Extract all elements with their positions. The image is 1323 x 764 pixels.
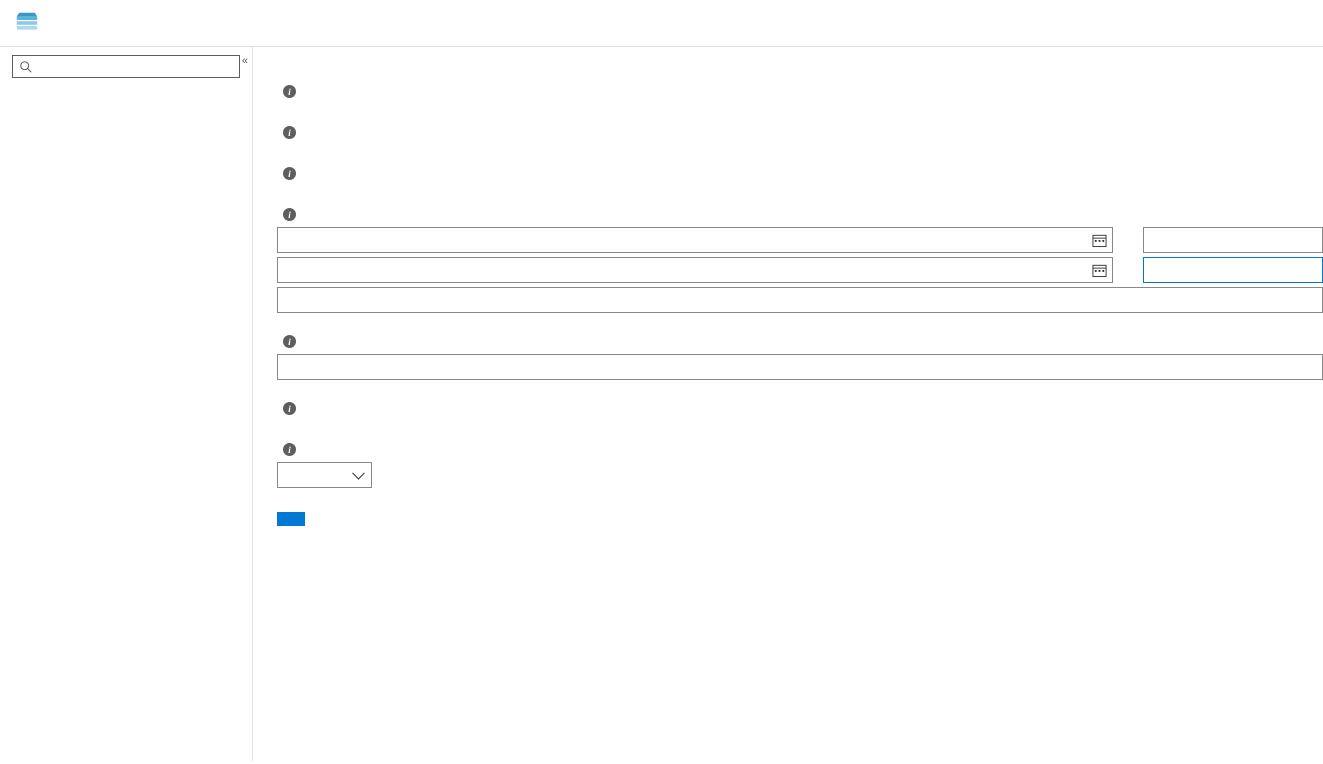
collapse-sidebar-button[interactable]: « <box>242 55 248 67</box>
info-icon[interactable]: i <box>283 335 296 348</box>
allowed-protocols-label: i <box>277 402 1323 415</box>
end-date-input[interactable] <box>277 257 1113 283</box>
allowed-services-label: i <box>277 85 1323 98</box>
storage-account-icon <box>12 8 42 38</box>
start-date-input[interactable] <box>277 227 1113 253</box>
generate-sas-button[interactable] <box>277 512 305 526</box>
sidebar: « <box>0 47 253 761</box>
search-icon <box>19 60 33 74</box>
sidebar-search[interactable] <box>12 55 240 78</box>
end-time-input[interactable] <box>1143 257 1323 283</box>
sidebar-search-input[interactable] <box>39 59 233 74</box>
info-icon[interactable]: i <box>283 208 296 221</box>
signing-key-select[interactable] <box>277 462 372 488</box>
timezone-input[interactable] <box>277 287 1323 313</box>
main-content: i i i i <box>253 47 1323 761</box>
page-header <box>0 0 1323 47</box>
allowed-ip-label: i <box>277 335 1323 348</box>
info-icon[interactable]: i <box>283 126 296 139</box>
datetime-label: i <box>277 208 1323 221</box>
allowed-resource-types-label: i <box>277 126 1323 139</box>
start-time-input[interactable] <box>1143 227 1323 253</box>
allowed-ip-input[interactable] <box>277 354 1323 380</box>
allowed-permissions-label: i <box>277 167 1323 180</box>
info-icon[interactable]: i <box>283 85 296 98</box>
signing-key-label: i <box>277 443 1323 456</box>
info-icon[interactable]: i <box>283 402 296 415</box>
info-icon[interactable]: i <box>283 443 296 456</box>
info-icon[interactable]: i <box>283 167 296 180</box>
